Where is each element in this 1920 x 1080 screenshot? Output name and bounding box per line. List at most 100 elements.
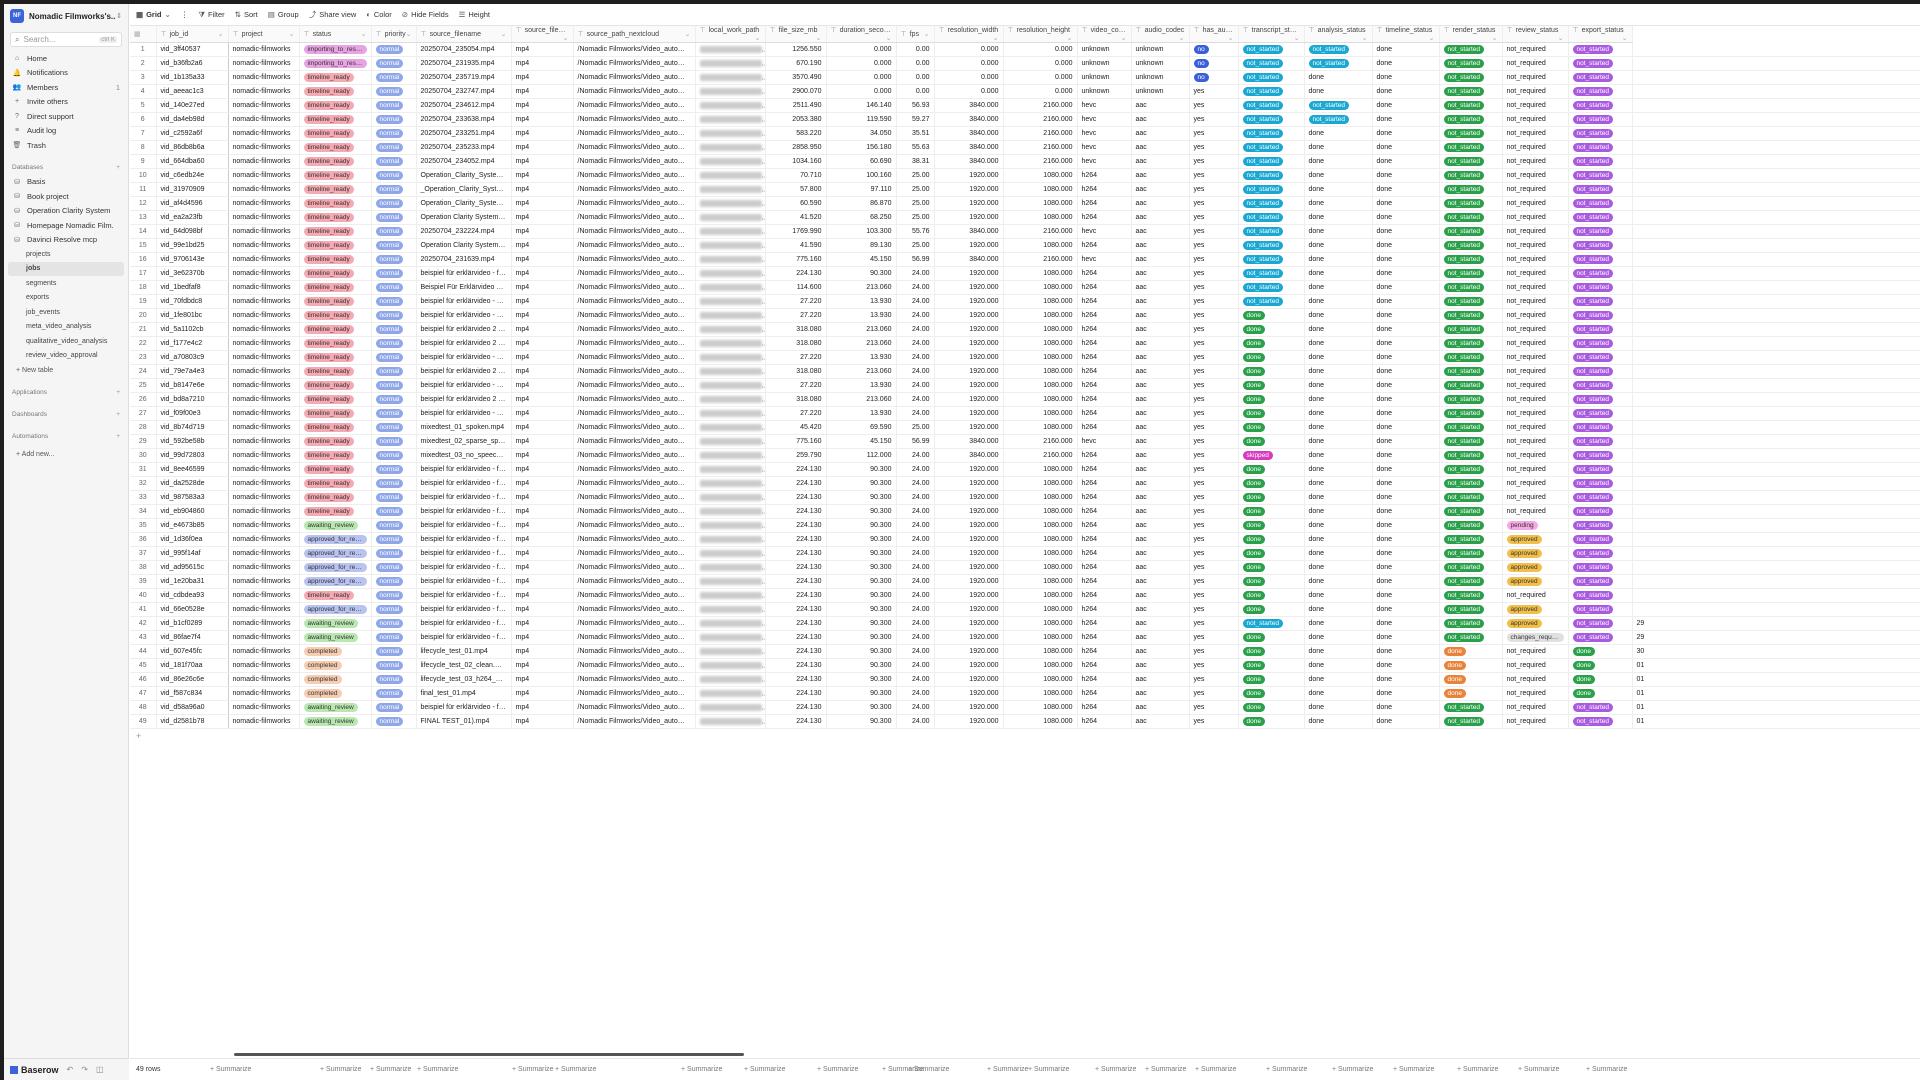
cell-priority[interactable]: normal [371, 140, 417, 155]
cell-job-id[interactable]: vid_70fdbdc8 [156, 294, 229, 309]
color-button[interactable]: ◐ Color [366, 10, 391, 19]
cell-render-status[interactable]: done [1439, 644, 1503, 659]
cell-fps[interactable]: 59.27 [896, 112, 935, 127]
cell-transcript-status[interactable]: not_started [1238, 224, 1305, 239]
cell-status[interactable]: timeline_ready [299, 154, 372, 169]
column-header-audio-codec[interactable]: ⊤ audio_codec ⌄ [1131, 26, 1190, 43]
cell-project[interactable]: nomadic-filmworks [228, 574, 300, 589]
cell-transcript-status[interactable]: not_started [1238, 98, 1305, 113]
cell-has-audio[interactable]: yes [1189, 84, 1239, 99]
summarize-button[interactable]: + Summarize [1095, 1066, 1136, 1073]
cell-timeline-status[interactable]: done [1372, 616, 1440, 631]
cell-status[interactable]: approved_for_render [299, 546, 372, 561]
cell-resolution-width[interactable]: 1920.000 [934, 210, 1004, 225]
cell-file-size-mb[interactable]: 2053.380 [765, 112, 827, 127]
cell-local-work-path[interactable] [695, 616, 766, 631]
cell-export-status[interactable]: not_started [1568, 168, 1633, 183]
cell-source-file-ext[interactable]: mp4 [511, 364, 574, 379]
cell-resolution-height[interactable]: 1080.000 [1003, 420, 1078, 435]
cell-fps[interactable]: 24.00 [896, 490, 935, 505]
cell-video-codec[interactable]: h264 [1077, 560, 1132, 575]
summarize-button[interactable]: + Summarize [555, 1066, 596, 1073]
cell-local-work-path[interactable] [695, 70, 766, 85]
cell-render-status[interactable]: not_started [1439, 182, 1503, 197]
cell-review-status[interactable]: not_required [1502, 210, 1569, 225]
cell-audio-codec[interactable]: aac [1131, 168, 1190, 183]
cell-project[interactable]: nomadic-filmworks [228, 364, 300, 379]
cell-export-status[interactable]: not_started [1568, 588, 1633, 603]
column-header-resolution-height[interactable]: ⊤ resolution_height ⌄ [1003, 26, 1078, 43]
chevron-down-icon[interactable]: ⌄ [1558, 34, 1564, 42]
cell-export-status[interactable]: not_started [1568, 196, 1633, 211]
cell-file-size-mb[interactable]: 27.220 [765, 294, 827, 309]
cell-export-status[interactable]: not_started [1568, 546, 1633, 561]
cell-resolution-height[interactable]: 1080.000 [1003, 336, 1078, 351]
table-row[interactable]: 15 vid_99e1bd25 nomadic-filmworks timeline_… [130, 238, 1920, 253]
cell-analysis-status[interactable]: done [1304, 672, 1373, 687]
cell-source-file-ext[interactable]: mp4 [511, 252, 574, 267]
table-row[interactable]: 21 vid_5a1102cb nomadic-filmworks timeline_… [130, 322, 1920, 337]
cell-source-filename[interactable]: mixedtest_01_spoken.mp4 [416, 420, 512, 435]
cell-duration-seconds[interactable]: 90.300 [826, 462, 897, 477]
cell-resolution-height[interactable]: 1080.000 [1003, 182, 1078, 197]
cell-status[interactable]: timeline_ready [299, 196, 372, 211]
cell-timeline-status[interactable]: done [1372, 392, 1440, 407]
cell-local-work-path[interactable] [695, 392, 766, 407]
cell-priority[interactable]: normal [371, 574, 417, 589]
cell-export-status[interactable]: not_started [1568, 322, 1633, 337]
cell-source-file-ext[interactable]: mp4 [511, 294, 574, 309]
cell-fps[interactable]: 24.00 [896, 658, 935, 673]
cell-review-status[interactable]: not_required [1502, 588, 1569, 603]
cell-export-status[interactable]: not_started [1568, 574, 1633, 589]
cell-resolution-height[interactable]: 1080.000 [1003, 546, 1078, 561]
cell-local-work-path[interactable] [695, 462, 766, 477]
cell-review-status[interactable]: pending [1502, 518, 1569, 533]
cell-source-path-nextcloud[interactable]: /Nomadic Filmworks/Video_automation_... [573, 588, 696, 603]
table-row[interactable]: 39 vid_1e20ba31 nomadic-filmworks approved_… [130, 574, 1920, 589]
cell-source-filename[interactable]: beispiel für erklärvideo - foota... [416, 266, 512, 281]
cell-job-id[interactable]: vid_86fae7f4 [156, 630, 229, 645]
cell-resolution-height[interactable]: 1080.000 [1003, 378, 1078, 393]
cell-local-work-path[interactable] [695, 560, 766, 575]
cell-resolution-height[interactable]: 2160.000 [1003, 112, 1078, 127]
cell-fps[interactable]: 24.00 [896, 322, 935, 337]
cell-project[interactable]: nomadic-filmworks [228, 560, 300, 575]
cell-render-status[interactable]: not_started [1439, 392, 1503, 407]
cell-status[interactable]: timeline_ready [299, 462, 372, 477]
cell-audio-codec[interactable]: aac [1131, 392, 1190, 407]
cell-analysis-status[interactable]: done [1304, 70, 1373, 85]
cell-timeline-status[interactable]: done [1372, 140, 1440, 155]
cell-local-work-path[interactable] [695, 154, 766, 169]
cell-review-status[interactable]: not_required [1502, 700, 1569, 715]
cell-job-id[interactable]: vid_9706143e [156, 252, 229, 267]
cell-source-filename[interactable]: beispiel für erklärvideo - foota... [416, 476, 512, 491]
cell-resolution-width[interactable]: 1920.000 [934, 462, 1004, 477]
cell-source-path-nextcloud[interactable]: /Nomadic Filmworks/Video_automation_... [573, 42, 696, 57]
cell-timeline-status[interactable]: done [1372, 686, 1440, 701]
cell-job-id[interactable]: vid_eb904860 [156, 504, 229, 519]
cell-review-status[interactable]: not_required [1502, 252, 1569, 267]
cell-has-audio[interactable]: yes [1189, 308, 1239, 323]
add-dashboard-icon[interactable]: + [116, 411, 120, 418]
cell-source-filename[interactable]: 20250704_235233.mp4 [416, 140, 512, 155]
cell-resolution-width[interactable]: 3840.000 [934, 98, 1004, 113]
cell-job-id[interactable]: vid_86db8b6a [156, 140, 229, 155]
cell-timeline-status[interactable]: done [1372, 84, 1440, 99]
cell-source-file-ext[interactable]: mp4 [511, 560, 574, 575]
cell-transcript-status[interactable]: not_started [1238, 70, 1305, 85]
cell-review-status[interactable]: not_required [1502, 98, 1569, 113]
add-application-icon[interactable]: + [116, 389, 120, 396]
cell-analysis-status[interactable]: done [1304, 700, 1373, 715]
cell-audio-codec[interactable]: aac [1131, 686, 1190, 701]
nav-item-trash[interactable]: 🗑 Trash [4, 138, 128, 153]
cell-duration-seconds[interactable]: 13.930 [826, 308, 897, 323]
cell-analysis-status[interactable]: done [1304, 462, 1373, 477]
table-row[interactable]: 34 vid_eb904860 nomadic-filmworks timeline_… [130, 504, 1920, 519]
cell-status[interactable]: approved_for_render [299, 574, 372, 589]
cell-review-status[interactable]: not_required [1502, 294, 1569, 309]
cell-resolution-width[interactable]: 1920.000 [934, 532, 1004, 547]
table-row[interactable]: 33 vid_987583a3 nomadic-filmworks timeline_… [130, 490, 1920, 505]
cell-priority[interactable]: normal [371, 84, 417, 99]
cell-transcript-status[interactable]: done [1238, 504, 1305, 519]
cell-fps[interactable]: 35.51 [896, 126, 935, 141]
